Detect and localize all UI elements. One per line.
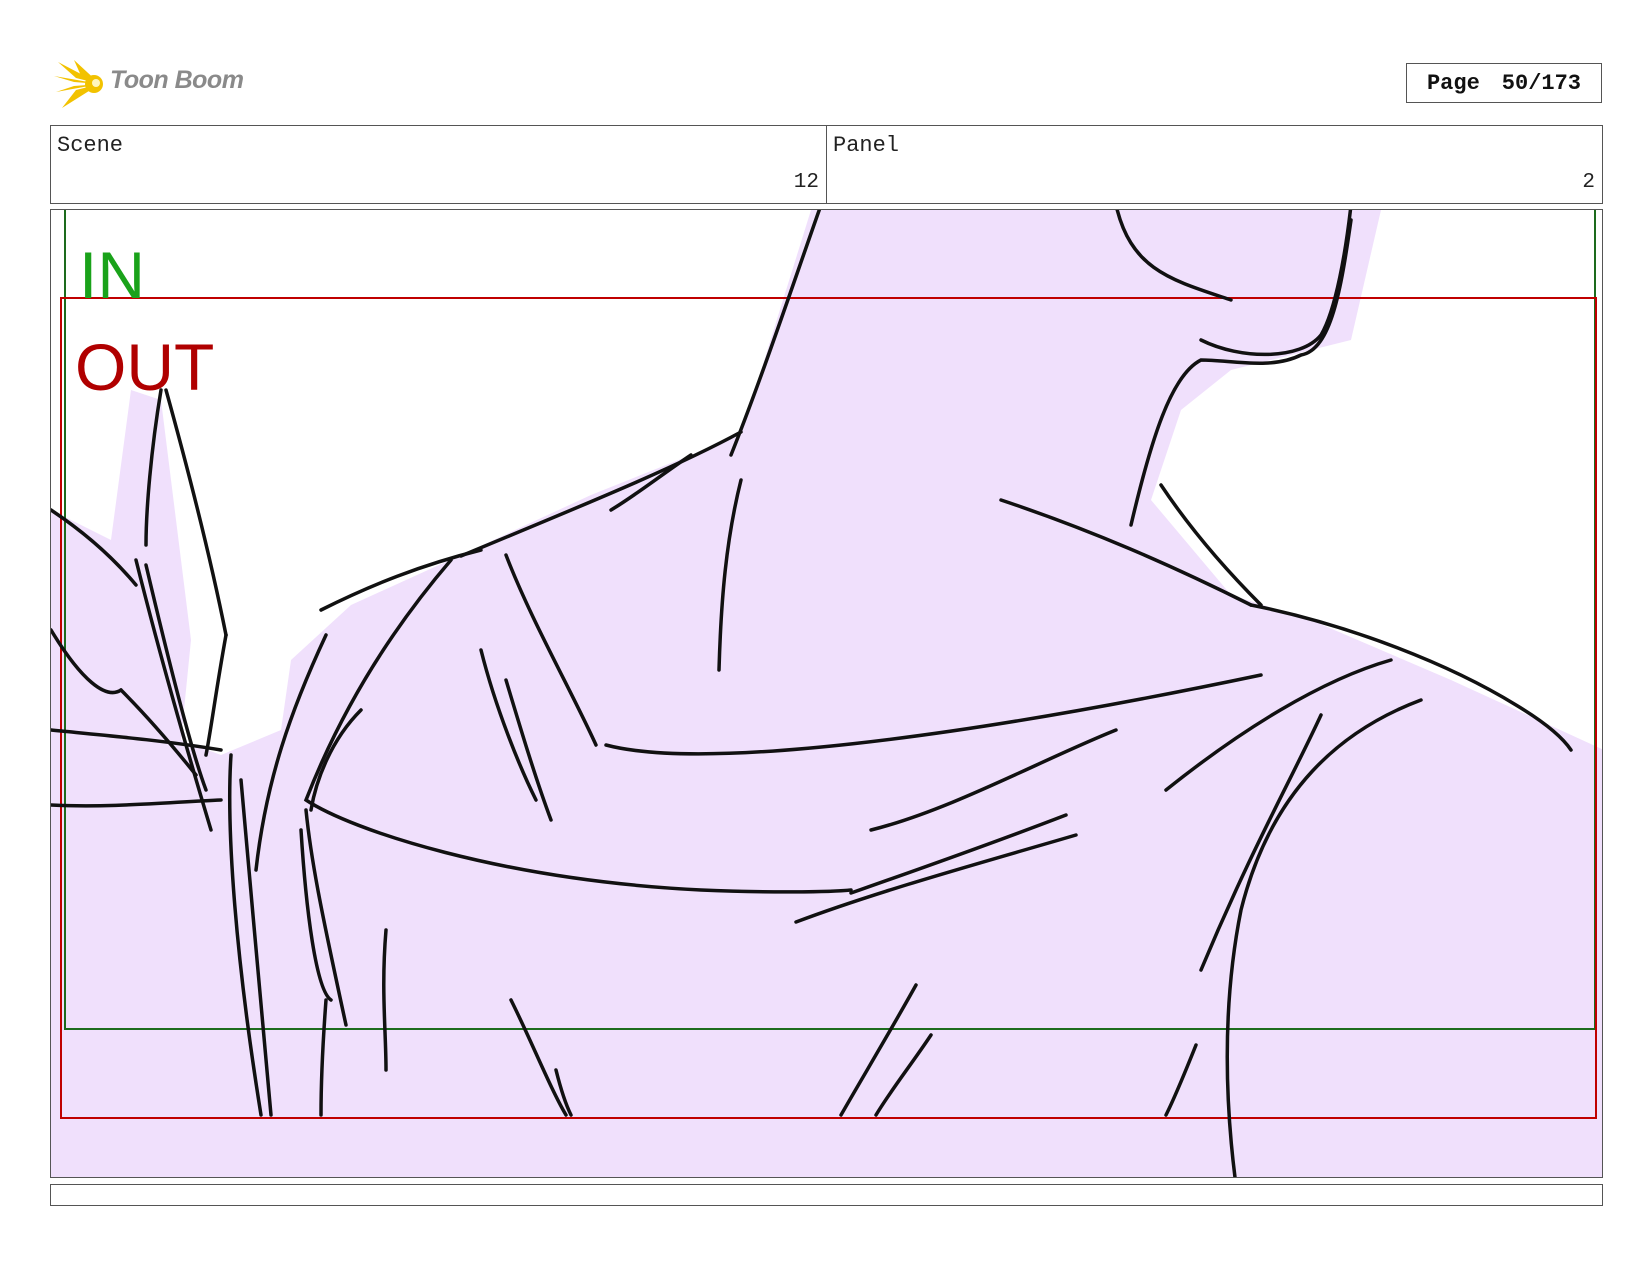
page-number: 50/173 (1501, 70, 1582, 96)
scene-cell: Scene 12 (51, 126, 826, 203)
page-counter: Page 50/173 (1406, 63, 1602, 103)
scene-panel-header: Scene 12 Panel 2 (50, 125, 1603, 204)
panel-number: 2 (1582, 171, 1595, 194)
out-frame-label: OUT (75, 330, 214, 404)
scene-number: 12 (793, 171, 819, 194)
storyboard-panel-canvas[interactable]: IN OUT (50, 209, 1603, 1178)
character-fill (51, 210, 1602, 1177)
panel-cell: Panel 2 (826, 126, 1602, 203)
brand-name: Toon Boom (110, 66, 244, 94)
panel-drawing: IN OUT (51, 210, 1602, 1177)
in-frame-label: IN (79, 238, 145, 312)
starburst-icon (54, 60, 103, 108)
toon-boom-logo: Toon Boom (52, 56, 262, 112)
scene-label: Scene (57, 133, 124, 158)
panel-notes-field[interactable] (50, 1184, 1603, 1206)
page-label: Page (1426, 70, 1480, 96)
panel-label: Panel (833, 133, 900, 158)
